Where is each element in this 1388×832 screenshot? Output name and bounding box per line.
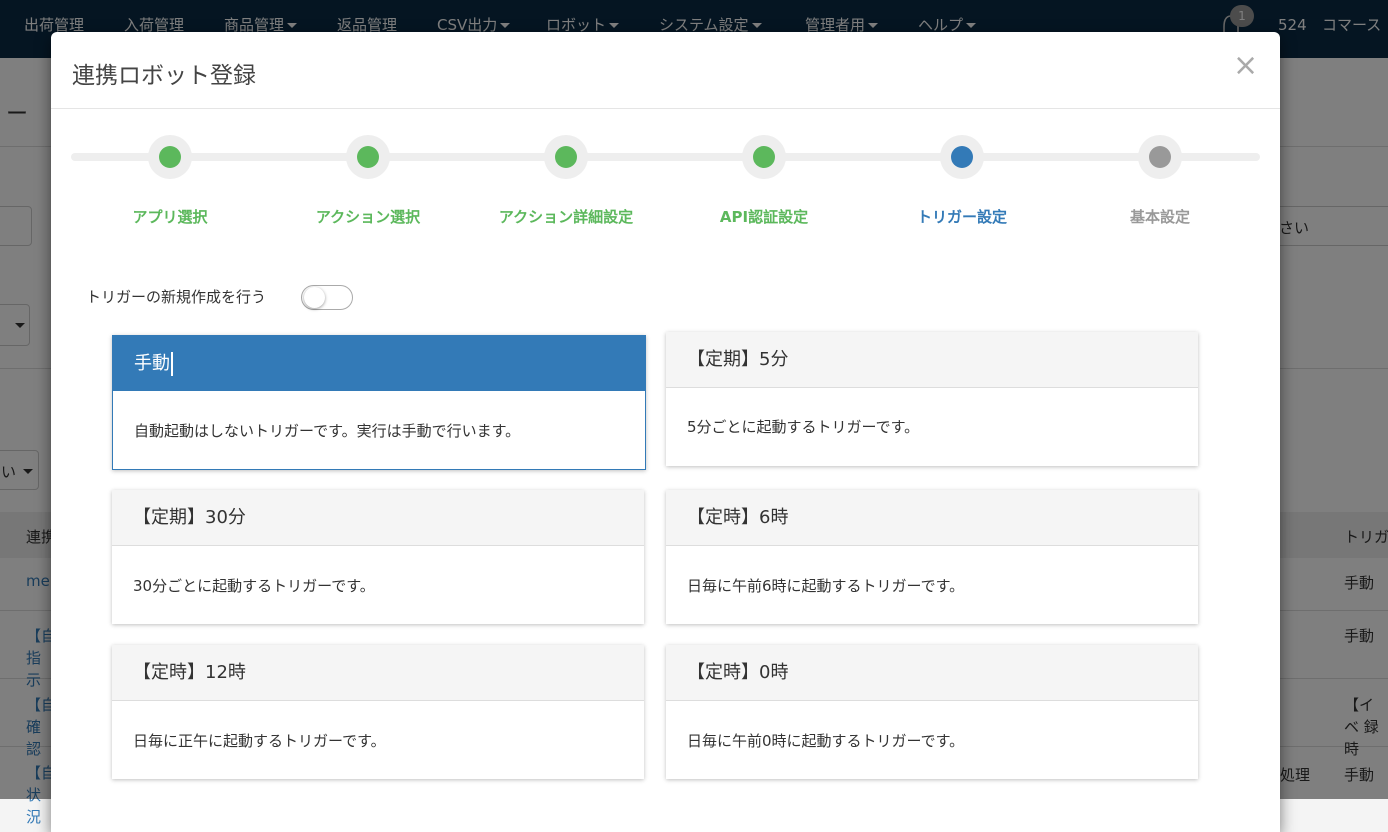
trigger-card-scheduled-6[interactable]: 【定時】6時 日毎に午前6時に起動するトリガーです。 [666,490,1198,624]
step-label: アプリ選択 [132,208,208,226]
trigger-card-title: 【定時】6時 [666,490,1198,546]
step-dot-app-select [148,135,192,179]
step-indicator [1149,146,1171,168]
trigger-card-scheduled-0[interactable]: 【定時】0時 日毎に午前0時に起動するトリガーです。 [666,645,1198,779]
trigger-card-title: 【定時】12時 [112,645,644,701]
trigger-card-desc: 日毎に午前0時に起動するトリガーです。 [687,732,965,750]
step-label: 基本設定 [1129,208,1190,226]
robot-registration-modal: 連携ロボット登録 × アプリ選択 アクション選択 アクション詳細設定 API認証… [51,32,1280,832]
trigger-card-scheduled-12[interactable]: 【定時】12時 日毎に正午に起動するトリガーです。 [112,645,644,779]
step-dot-action-detail [544,135,588,179]
trigger-card-desc: 日毎に正午に起動するトリガーです。 [133,732,386,750]
new-trigger-toggle-label: トリガーの新規作成を行う [86,288,267,306]
trigger-card-desc: 5分ごとに起動するトリガーです。 [687,418,920,436]
step-indicator [753,146,775,168]
stepper-track [71,153,1260,161]
step-dot-trigger [940,135,984,179]
step-indicator [159,146,181,168]
trigger-card-title: 【定期】5分 [666,332,1198,388]
step-indicator [555,146,577,168]
modal-title: 連携ロボット登録 [72,63,256,89]
step-label: API認証設定 [719,208,809,226]
trigger-card-manual[interactable]: 手動 自動起動はしないトリガーです。実行は手動で行います。 [112,335,646,470]
trigger-card-periodic-5min[interactable]: 【定期】5分 5分ごとに起動するトリガーです。 [666,332,1198,466]
step-dot-api-auth [742,135,786,179]
text-cursor [171,352,173,376]
step-label: トリガー設定 [916,208,1007,226]
new-trigger-toggle[interactable] [301,285,353,310]
trigger-card-title: 【定時】0時 [666,645,1198,701]
step-dot-action-select [346,135,390,179]
trigger-card-title: 手動 [113,336,645,391]
toggle-knob [304,287,325,308]
trigger-card-periodic-30min[interactable]: 【定期】30分 30分ごとに起動するトリガーです。 [112,490,644,624]
close-icon[interactable]: × [1233,48,1258,83]
trigger-title-text: 手動 [134,353,170,374]
step-dot-basic [1138,135,1182,179]
step-indicator [357,146,379,168]
modal-header: 連携ロボット登録 × [51,32,1280,109]
trigger-card-title: 【定期】30分 [112,490,644,546]
step-label: アクション詳細設定 [498,208,634,226]
trigger-card-desc: 自動起動はしないトリガーです。実行は手動で行います。 [134,422,521,440]
trigger-card-desc: 日毎に午前6時に起動するトリガーです。 [687,577,965,595]
step-indicator [951,146,973,168]
step-label: アクション選択 [315,208,421,226]
trigger-card-desc: 30分ごとに起動するトリガーです。 [133,577,375,595]
